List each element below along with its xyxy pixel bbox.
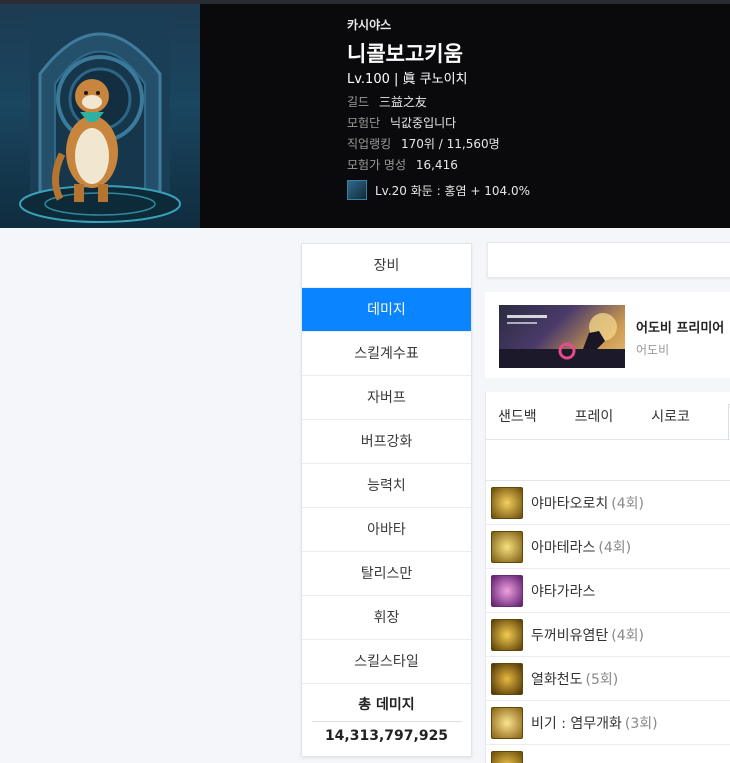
skill-icon	[491, 574, 523, 607]
guild-value: 三益之友	[378, 95, 427, 109]
skill-icon	[491, 662, 523, 695]
tab-sandbag[interactable]: 샌드백	[498, 406, 537, 426]
skill-count: (4회)	[611, 627, 644, 644]
ad-thumbnail[interactable]	[499, 305, 625, 368]
fame-label: 모험가 명성	[347, 158, 407, 172]
adventure-label: 모험단	[347, 116, 381, 130]
menu-item-buff-enhance[interactable]: 버프강화	[302, 420, 471, 464]
menu-item-equipment[interactable]: 장비	[302, 244, 471, 288]
ad-title[interactable]: 어도비 프리미어	[636, 317, 724, 336]
server-name: 카시야스	[347, 18, 392, 32]
character-name: 니콜보고키움	[347, 42, 463, 66]
tab-sirocco[interactable]: 시로코	[651, 406, 690, 426]
skill-row[interactable]: 야마타오로치 (4회)	[486, 481, 730, 525]
union-text: Lv.20 화둔 : 홍염 + 104.0%	[375, 183, 531, 198]
menu-item-emblem[interactable]: 휘장	[302, 596, 471, 640]
skill-name: 아마테라스	[531, 539, 596, 556]
guild-row: 길드 三益之友	[347, 92, 530, 113]
menu-item-stats[interactable]: 능력치	[302, 464, 471, 508]
adventure-row: 모험단 닉값중입니다	[347, 113, 530, 134]
union-row: Lv.20 화둔 : 홍염 + 104.0%	[347, 176, 530, 204]
guild-label: 길드	[347, 95, 370, 109]
target-tabs: 샌드백 프레이 시로코	[486, 392, 730, 440]
skill-row[interactable]: 아마테라스 (4회)	[486, 525, 730, 569]
menu-item-talisman[interactable]: 탈리스만	[302, 552, 471, 596]
character-info: 카시야스 니콜보고키움 Lv.100 | 眞 쿠노이치 길드 三益之友 모험단 …	[347, 16, 530, 204]
adventure-value: 닉값중입니다	[389, 116, 457, 130]
skill-count: (4회)	[598, 539, 632, 556]
ranking-label: 직업랭킹	[347, 137, 392, 151]
menu-item-skill-coefficient[interactable]: 스킬계수표	[302, 332, 471, 376]
skill-icon	[491, 706, 523, 739]
skill-count: (5회)	[585, 671, 619, 688]
ranking-row: 직업랭킹 170위 / 11,560명	[347, 134, 530, 155]
skill-name: 야타가라스	[531, 583, 596, 600]
character-header: 카시야스 니콜보고키움 Lv.100 | 眞 쿠노이치 길드 三益之友 모험단 …	[0, 0, 730, 228]
total-damage-label: 총 데미지	[358, 697, 415, 713]
top-panel	[487, 242, 730, 278]
skill-name: 비기 : 염무개화	[531, 715, 622, 732]
filter-area	[486, 440, 730, 481]
skill-row[interactable]	[486, 745, 730, 763]
skill-icon	[491, 750, 523, 763]
skill-icon	[491, 486, 523, 519]
skill-name: 열화천도	[531, 671, 583, 688]
skill-row[interactable]: 열화천도 (5회)	[486, 657, 730, 701]
skill-icon	[491, 618, 523, 651]
skill-count: (3회)	[624, 715, 658, 732]
fame-value: 16,416	[415, 158, 458, 172]
side-menu: 장비 데미지 스킬계수표 자버프 버프강화 능력치 아바타 탈리스만 휘장 스킬…	[301, 243, 472, 757]
skill-row[interactable]: 야타가라스	[486, 569, 730, 613]
total-divider	[311, 721, 462, 722]
ad-subtitle: 어도비	[636, 343, 670, 357]
skill-count: (4회)	[611, 495, 644, 512]
menu-item-avatar[interactable]: 아바타	[302, 508, 471, 552]
ad-banner[interactable]: 어도비 프리미어 어도비	[485, 292, 730, 378]
skill-icon	[491, 530, 523, 563]
menu-item-skill-style[interactable]: 스킬스타일	[302, 640, 471, 684]
fame-row: 모험가 명성 16,416	[347, 155, 530, 176]
skill-row[interactable]: 두꺼비유염탄 (4회)	[486, 613, 730, 657]
total-damage-value: 14,313,797,925	[324, 728, 449, 744]
character-portrait	[0, 4, 200, 228]
union-icon	[347, 180, 367, 200]
ranking-value: 170위 / 11,560명	[401, 137, 500, 151]
level-class: Lv.100 | 眞 쿠노이치	[347, 72, 468, 87]
menu-item-self-buff[interactable]: 자버프	[302, 376, 471, 420]
total-damage-box: 총 데미지 14,313,797,925	[302, 684, 471, 756]
tab-prey[interactable]: 프레이	[575, 406, 614, 426]
menu-item-damage[interactable]: 데미지	[302, 288, 471, 332]
skill-row[interactable]: 비기 : 염무개화 (3회)	[486, 701, 730, 745]
skill-name: 야마타오로치	[531, 495, 609, 512]
skill-damage-panel: 샌드백 프레이 시로코 야마타오로치 (4회) 아마테라스 (4회) 야타가라스…	[485, 392, 730, 763]
skill-name: 두꺼비유염탄	[531, 627, 609, 644]
